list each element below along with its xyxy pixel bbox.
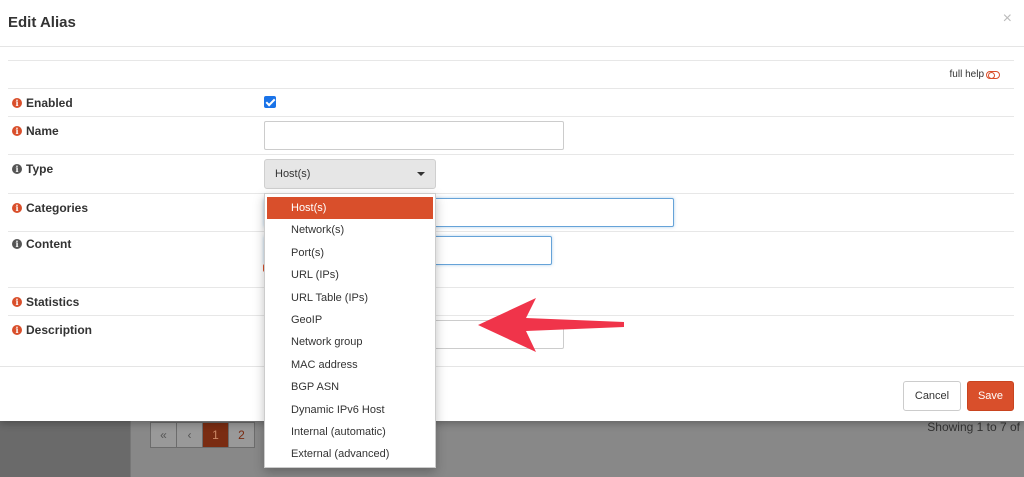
name-label: i Name [12, 124, 59, 138]
type-select[interactable]: Host(s) [264, 159, 436, 189]
info-icon[interactable]: i [12, 203, 22, 213]
row-content: i Content [8, 231, 1014, 287]
info-icon[interactable]: i [12, 126, 22, 136]
row-type: i Type Host(s) [8, 154, 1014, 193]
modal-footer: Cancel Save [0, 366, 1024, 421]
modal-header: Edit Alias × [0, 0, 1024, 47]
categories-label: i Categories [12, 201, 88, 215]
content-label: i Content [12, 237, 71, 251]
type-option[interactable]: MAC address [265, 354, 435, 376]
type-option[interactable]: URL (IPs) [265, 264, 435, 286]
full-help-toggle[interactable]: full help [950, 69, 1000, 80]
modal-title: Edit Alias [8, 14, 76, 31]
save-button[interactable]: Save [967, 381, 1014, 411]
pager-page-2[interactable]: 2 [228, 422, 255, 448]
info-icon[interactable]: i [12, 325, 22, 335]
pager-first[interactable]: « [150, 422, 177, 448]
type-option[interactable]: Dynamic IPv6 Host [265, 399, 435, 421]
info-icon[interactable]: i [12, 239, 22, 249]
edit-alias-modal: Edit Alias × full help i Enabled i Name [0, 0, 1024, 421]
type-select-value: Host(s) [275, 168, 311, 180]
name-input[interactable] [264, 121, 564, 150]
row-name: i Name [8, 116, 1014, 154]
pager-prev[interactable]: ‹ [176, 422, 203, 448]
type-option[interactable]: Network group [265, 331, 435, 353]
type-option[interactable]: GeoIP [265, 309, 435, 331]
close-icon[interactable]: × [1003, 10, 1012, 28]
annotation-arrow-icon [478, 298, 624, 352]
showing-count: Showing 1 to 7 of [927, 420, 1020, 434]
caret-down-icon [417, 172, 425, 176]
toggle-icon [986, 70, 1000, 79]
row-enabled: i Enabled [8, 88, 1014, 116]
cancel-button[interactable]: Cancel [903, 381, 961, 411]
row-categories: i Categories [8, 193, 1014, 231]
type-option[interactable]: Host(s) [267, 197, 433, 220]
type-option[interactable]: Network(s) [265, 219, 435, 241]
statistics-label: i Statistics [12, 295, 79, 309]
info-icon[interactable]: i [12, 164, 22, 174]
type-option[interactable]: External (advanced) [265, 443, 435, 465]
description-label: i Description [12, 323, 92, 337]
type-option[interactable]: Port(s) [265, 242, 435, 264]
pager-page-1[interactable]: 1 [202, 422, 229, 448]
enabled-label: i Enabled [12, 96, 73, 110]
info-icon[interactable]: i [12, 98, 22, 108]
help-row: full help [8, 60, 1014, 88]
type-option[interactable]: URL Table (IPs) [265, 287, 435, 309]
type-dropdown-menu: Host(s) Network(s) Port(s) URL (IPs) URL… [264, 193, 436, 468]
type-option[interactable]: Internal (automatic) [265, 421, 435, 443]
full-help-label: full help [949, 69, 984, 80]
type-option[interactable]: BGP ASN [265, 376, 435, 398]
enabled-checkbox[interactable] [264, 96, 276, 108]
info-icon[interactable]: i [12, 297, 22, 307]
type-label: i Type [12, 162, 53, 176]
pagination: « ‹ 1 2 [150, 422, 255, 448]
